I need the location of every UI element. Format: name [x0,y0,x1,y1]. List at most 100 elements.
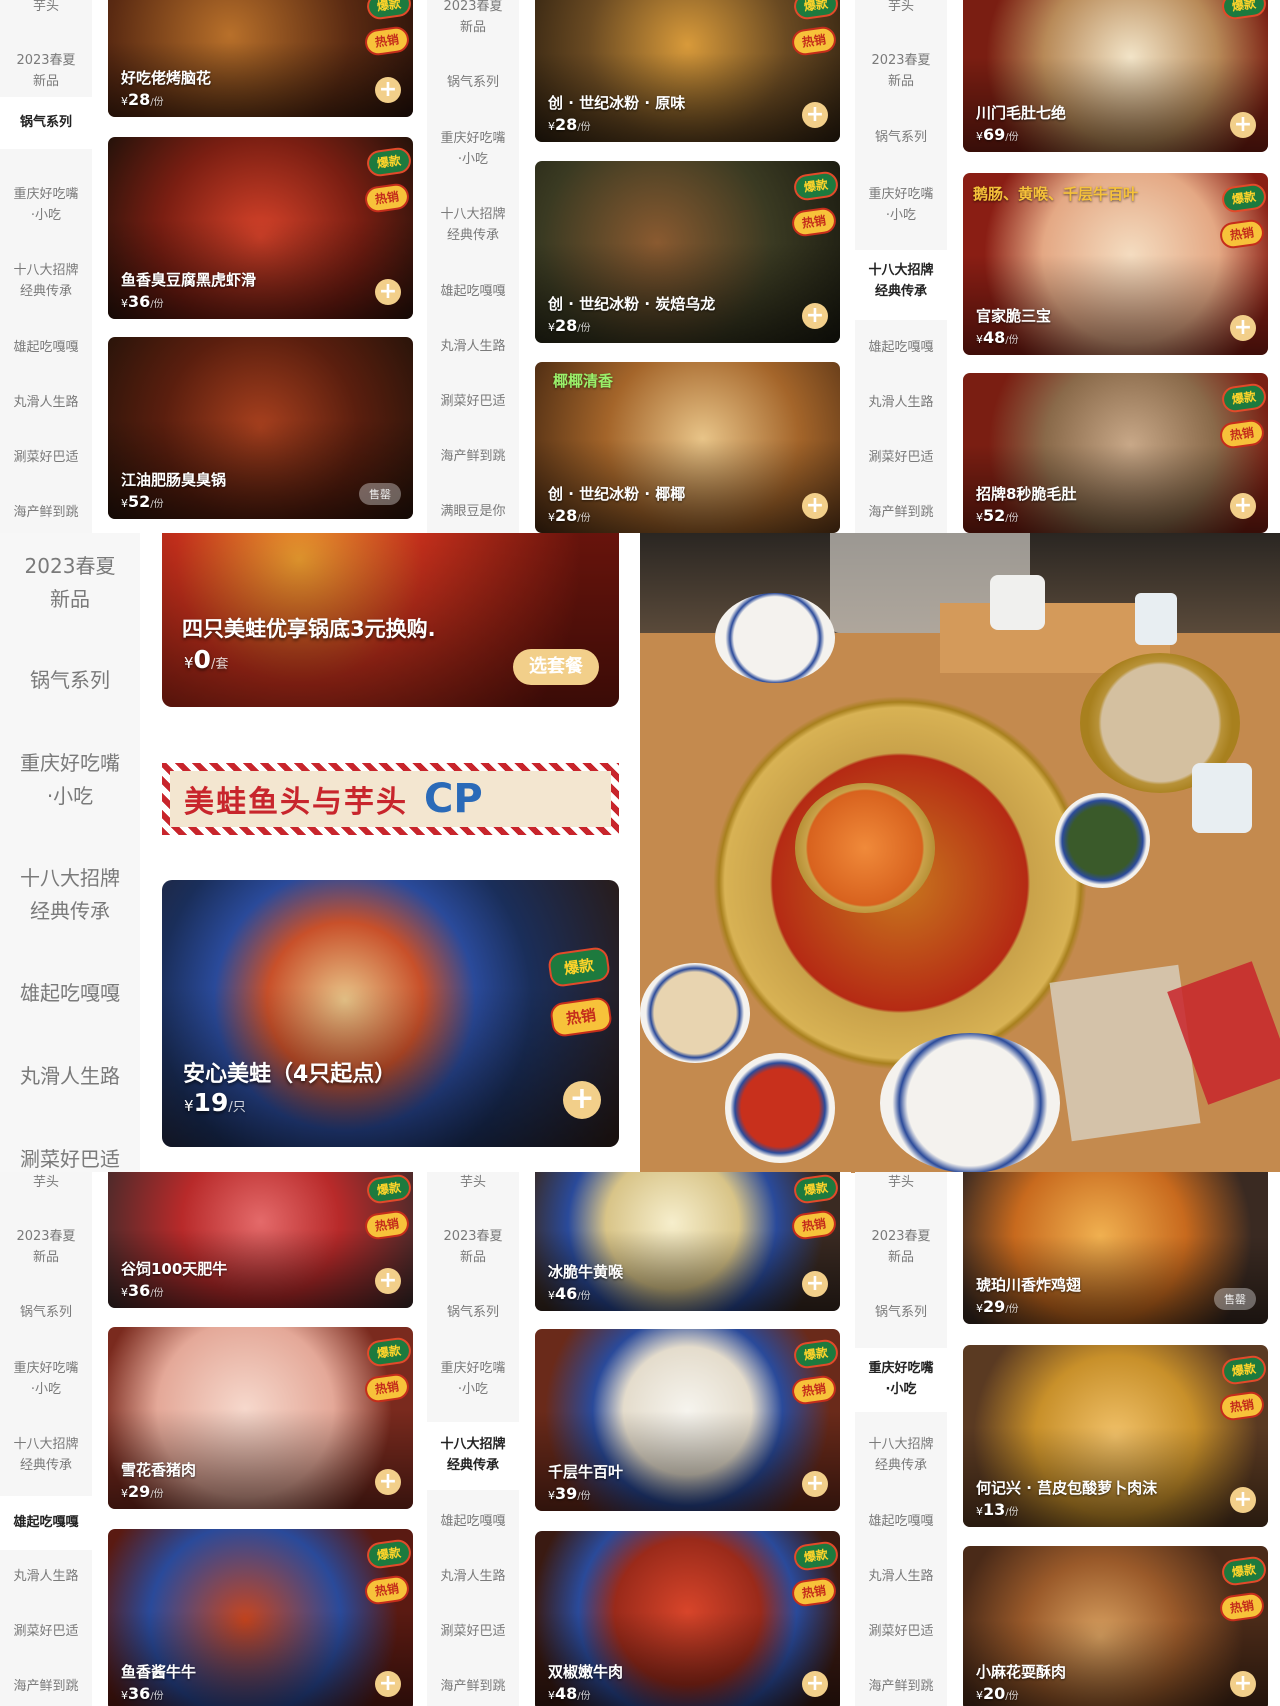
sidebar-item-meat[interactable]: 雄起吃嘎嘎 [427,1511,519,1532]
sidebar-item-new[interactable]: 2023春夏 新品 [0,1226,92,1268]
choose-combo-button[interactable]: 选套餐 [513,649,599,685]
sidebar-item-new[interactable]: 2023春夏 新品 [855,50,947,92]
product-card[interactable]: 爆款 热销 谷饲100天肥牛 ¥36/份 + [108,1172,413,1308]
sidebar-item-veg[interactable]: 涮菜好巴适 [855,1621,947,1642]
product-card[interactable]: 爆款 热销 创 · 世纪冰粉 · 原味 ¥28/份 + [535,0,840,142]
add-to-cart-button[interactable]: + [375,279,401,305]
sidebar-item-wok[interactable]: 锅气系列 [855,1302,947,1323]
product-card[interactable]: 爆款 热销 小麻花耍酥肉 ¥20/份 + [963,1546,1268,1706]
add-to-cart-button[interactable]: + [1230,1487,1256,1513]
sidebar-item-signature[interactable]: 十八大招牌 经典传承 [855,250,947,320]
add-to-cart-button[interactable]: + [802,1471,828,1497]
sidebar-item-taro[interactable]: 芋头 [0,0,92,17]
add-to-cart-button[interactable]: + [802,303,828,329]
sidebar-item-taro[interactable]: 芋头 [855,0,947,17]
sidebar-item-seafood[interactable]: 海产鲜到跳 [0,502,92,523]
sidebar-item-balls[interactable]: 丸滑人生路 [855,1566,947,1587]
sidebar-item-wok[interactable]: 锅气系列 [427,1302,519,1323]
sidebar-item-snacks[interactable]: 重庆好吃嘴 ·小吃 [427,1358,519,1400]
add-to-cart-button[interactable]: + [375,1268,401,1294]
add-to-cart-button[interactable]: + [802,1271,828,1297]
product-card[interactable]: 爆款 热销 何记兴 · 莒皮包酸萝卜肉沫 ¥13/份 + [963,1345,1268,1527]
sidebar-item-meat[interactable]: 雄起吃嘎嘎 [855,337,947,358]
sidebar-item-signature[interactable]: 十八大招牌 经典传承 [427,204,519,246]
add-to-cart-button[interactable]: + [1230,315,1256,341]
product-card[interactable]: 江油肥肠臭臭锅 ¥52/份 售罄 [108,337,413,519]
product-card[interactable]: 爆款 热销 雪花香猪肉 ¥29/份 + [108,1327,413,1509]
sidebar-item-signature[interactable]: 十八大招牌 经典传承 [427,1422,519,1490]
product-card[interactable]: 爆款 热销 冰脆牛黄喉 ¥46/份 + [535,1172,840,1311]
sidebar-item-balls[interactable]: 丸滑人生路 [427,1566,519,1587]
sidebar-item-veg[interactable]: 涮菜好巴适 [0,1621,92,1642]
sidebar-item-veg[interactable]: 涮菜好巴适 [0,447,92,468]
sidebar-item-taro[interactable]: 芋头 [0,1172,92,1193]
product-card[interactable]: 爆款 川门毛肚七绝 ¥69/份 + [963,0,1268,152]
product-card[interactable]: 琥珀川香炸鸡翅 ¥29/份 售罄 [963,1172,1268,1324]
sidebar-item-signature[interactable]: 十八大招牌 经典传承 [0,260,92,302]
add-to-cart-button[interactable]: + [802,102,828,128]
add-to-cart-button[interactable]: + [375,77,401,103]
sidebar-item-wok[interactable]: 锅气系列 [0,664,140,697]
product-card[interactable]: 爆款 热销 鱼香酱牛牛 ¥36/份 + [108,1529,413,1706]
sidebar-item-new[interactable]: 2023春夏 新品 [0,550,140,616]
sidebar-item-signature[interactable]: 十八大招牌 经典传承 [0,862,140,928]
sidebar-item-balls[interactable]: 丸滑人生路 [427,336,519,357]
product-card[interactable]: 椰椰清香 创 · 世纪冰粉 · 椰椰 ¥28/份 + [535,362,840,533]
sidebar-item-snacks[interactable]: 重庆好吃嘴 ·小吃 [855,1348,947,1412]
add-to-cart-button[interactable]: + [1230,112,1256,138]
sidebar-item-balls[interactable]: 丸滑人生路 [0,1060,140,1093]
sidebar-item-seafood[interactable]: 海产鲜到跳 [855,502,947,523]
sidebar-item-new[interactable]: 2023春夏 新品 [0,50,92,92]
sidebar-item-seafood[interactable]: 海产鲜到跳 [427,1676,519,1697]
sidebar-item-wok[interactable]: 锅气系列 [855,127,947,148]
add-to-cart-button[interactable]: + [1230,1671,1256,1697]
sidebar-item-veg[interactable]: 涮菜好巴适 [427,391,519,412]
sidebar-item-balls[interactable]: 丸滑人生路 [855,392,947,413]
product-card[interactable]: 爆款 热销 鹅肠、黄喉、千层牛百叶 官家脆三宝 ¥48/份 + [963,173,1268,355]
product-card[interactable]: 爆款 热销 鱼香臭豆腐黑虎虾滑 ¥36/份 + [108,137,413,319]
sidebar-item-snacks[interactable]: 重庆好吃嘴 ·小吃 [0,747,140,813]
sidebar-item-signature[interactable]: 十八大招牌 经典传承 [855,1434,947,1476]
sidebar-item-balls[interactable]: 丸滑人生路 [0,392,92,413]
sidebar-item-balls[interactable]: 丸滑人生路 [0,1566,92,1587]
product-card[interactable]: 爆款 热销 千层牛百叶 ¥39/份 + [535,1329,840,1511]
sidebar-item-taro[interactable]: 芋头 [427,1172,519,1193]
sidebar-item-taro[interactable]: 芋头 [855,1172,947,1193]
sidebar-item-veg[interactable]: 涮菜好巴适 [427,1621,519,1642]
product-card[interactable]: 爆款 热销 招牌8秒脆毛肚 ¥52/份 + [963,373,1268,533]
add-to-cart-button[interactable]: + [375,1469,401,1495]
sidebar-item-snacks[interactable]: 重庆好吃嘴 ·小吃 [855,184,947,226]
sidebar-item-new[interactable]: 2023春夏 新品 [855,1226,947,1268]
sidebar-item-meat[interactable]: 雄起吃嘎嘎 [0,977,140,1010]
sidebar-item-snacks[interactable]: 重庆好吃嘴 ·小吃 [0,1358,92,1400]
sidebar-item-meat[interactable]: 雄起吃嘎嘎 [0,337,92,358]
sidebar-item-veg[interactable]: 涮菜好巴适 [855,447,947,468]
combo-card[interactable]: 四只美蛙优享锅底3元换购. ¥0/套 选套餐 [162,533,619,707]
sidebar-item-snacks[interactable]: 重庆好吃嘴 ·小吃 [427,128,519,170]
sidebar-item-snacks[interactable]: 重庆好吃嘴 ·小吃 [0,184,92,226]
product-card[interactable]: 爆款 热销 安心美蛙（4只起点） ¥19/只 + [162,880,619,1147]
sidebar-item-wok[interactable]: 锅气系列 [0,97,92,149]
add-to-cart-button[interactable]: + [802,493,828,519]
product-card[interactable]: 爆款 热销 好吃佬烤脑花 ¥28/份 + [108,0,413,117]
hot-badge: 爆款 [365,146,413,178]
sidebar-item-new[interactable]: 2023春夏 新品 [427,0,519,38]
sidebar-item-meat[interactable]: 雄起吃嘎嘎 [855,1511,947,1532]
add-to-cart-button[interactable]: + [802,1671,828,1697]
sidebar-item-seafood[interactable]: 海产鲜到跳 [427,446,519,467]
add-to-cart-button[interactable]: + [375,1671,401,1697]
sidebar-item-seafood[interactable]: 海产鲜到跳 [0,1676,92,1697]
sidebar-item-wok[interactable]: 锅气系列 [427,72,519,93]
sidebar-item-seafood[interactable]: 海产鲜到跳 [855,1676,947,1697]
sidebar-item-wok[interactable]: 锅气系列 [0,1302,92,1323]
sidebar-item-signature[interactable]: 十八大招牌 经典传承 [0,1434,92,1476]
add-to-cart-button[interactable]: + [563,1081,601,1119]
sidebar-item-veg[interactable]: 涮菜好巴适 [0,1143,140,1173]
add-to-cart-button[interactable]: + [1230,493,1256,519]
sidebar-item-new[interactable]: 2023春夏 新品 [427,1226,519,1268]
sidebar-item-beans[interactable]: 满眼豆是你 [427,501,519,522]
product-card[interactable]: 爆款 热销 双椒嫩牛肉 ¥48/份 + [535,1531,840,1706]
product-card[interactable]: 爆款 热销 创 · 世纪冰粉 · 炭焙乌龙 ¥28/份 + [535,161,840,343]
sidebar-item-meat[interactable]: 雄起吃嘎嘎 [0,1496,92,1550]
sidebar-item-meat[interactable]: 雄起吃嘎嘎 [427,281,519,302]
